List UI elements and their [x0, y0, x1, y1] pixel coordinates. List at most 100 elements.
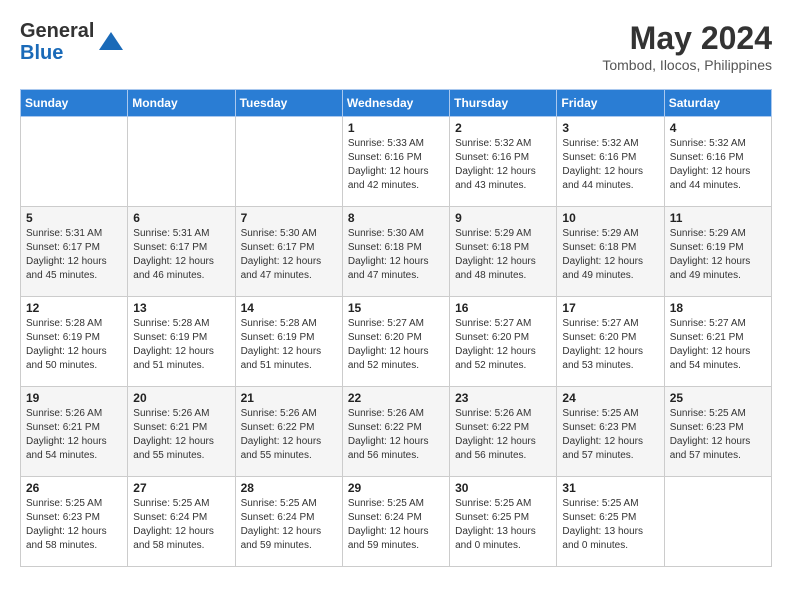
calendar-cell: 14 Sunrise: 5:28 AM Sunset: 6:19 PM Dayl…	[235, 297, 342, 387]
weekday-header: Wednesday	[342, 90, 449, 117]
sunset-label: Sunset: 6:22 PM	[241, 422, 315, 433]
sunset-label: Sunset: 6:19 PM	[670, 242, 744, 253]
day-info: Sunrise: 5:25 AM Sunset: 6:24 PM Dayligh…	[348, 497, 444, 553]
sunset-label: Sunset: 6:17 PM	[26, 242, 100, 253]
daylight-label: Daylight: 12 hours and 52 minutes.	[348, 346, 429, 371]
daylight-label: Daylight: 12 hours and 42 minutes.	[348, 166, 429, 191]
daylight-label: Daylight: 12 hours and 43 minutes.	[455, 166, 536, 191]
day-number: 19	[26, 391, 122, 405]
day-info: Sunrise: 5:25 AM Sunset: 6:25 PM Dayligh…	[455, 497, 551, 553]
daylight-label: Daylight: 12 hours and 48 minutes.	[455, 256, 536, 281]
weekday-header: Saturday	[664, 90, 771, 117]
day-info: Sunrise: 5:25 AM Sunset: 6:25 PM Dayligh…	[562, 497, 658, 553]
calendar-table: SundayMondayTuesdayWednesdayThursdayFrid…	[20, 89, 772, 567]
calendar-cell	[235, 117, 342, 207]
sunrise-label: Sunrise: 5:26 AM	[348, 408, 424, 419]
day-info: Sunrise: 5:25 AM Sunset: 6:23 PM Dayligh…	[562, 407, 658, 463]
daylight-label: Daylight: 12 hours and 49 minutes.	[562, 256, 643, 281]
day-info: Sunrise: 5:32 AM Sunset: 6:16 PM Dayligh…	[455, 137, 551, 193]
sunset-label: Sunset: 6:21 PM	[26, 422, 100, 433]
day-info: Sunrise: 5:30 AM Sunset: 6:18 PM Dayligh…	[348, 227, 444, 283]
sunrise-label: Sunrise: 5:27 AM	[455, 318, 531, 329]
sunset-label: Sunset: 6:21 PM	[670, 332, 744, 343]
sunrise-label: Sunrise: 5:30 AM	[348, 228, 424, 239]
sunrise-label: Sunrise: 5:27 AM	[670, 318, 746, 329]
calendar-cell: 29 Sunrise: 5:25 AM Sunset: 6:24 PM Dayl…	[342, 477, 449, 567]
sunrise-label: Sunrise: 5:25 AM	[670, 408, 746, 419]
day-info: Sunrise: 5:26 AM Sunset: 6:21 PM Dayligh…	[133, 407, 229, 463]
day-number: 29	[348, 481, 444, 495]
day-number: 20	[133, 391, 229, 405]
day-info: Sunrise: 5:26 AM Sunset: 6:22 PM Dayligh…	[348, 407, 444, 463]
sunrise-label: Sunrise: 5:25 AM	[455, 498, 531, 509]
calendar-cell	[128, 117, 235, 207]
day-info: Sunrise: 5:33 AM Sunset: 6:16 PM Dayligh…	[348, 137, 444, 193]
day-number: 25	[670, 391, 766, 405]
weekday-header: Monday	[128, 90, 235, 117]
daylight-label: Daylight: 12 hours and 56 minutes.	[348, 436, 429, 461]
day-number: 18	[670, 301, 766, 315]
day-info: Sunrise: 5:28 AM Sunset: 6:19 PM Dayligh…	[241, 317, 337, 373]
daylight-label: Daylight: 12 hours and 44 minutes.	[670, 166, 751, 191]
calendar-cell: 4 Sunrise: 5:32 AM Sunset: 6:16 PM Dayli…	[664, 117, 771, 207]
daylight-label: Daylight: 12 hours and 46 minutes.	[133, 256, 214, 281]
day-info: Sunrise: 5:26 AM Sunset: 6:21 PM Dayligh…	[26, 407, 122, 463]
calendar-cell: 5 Sunrise: 5:31 AM Sunset: 6:17 PM Dayli…	[21, 207, 128, 297]
sunrise-label: Sunrise: 5:26 AM	[133, 408, 209, 419]
day-number: 27	[133, 481, 229, 495]
daylight-label: Daylight: 13 hours and 0 minutes.	[455, 526, 536, 551]
daylight-label: Daylight: 12 hours and 56 minutes.	[455, 436, 536, 461]
calendar-cell: 22 Sunrise: 5:26 AM Sunset: 6:22 PM Dayl…	[342, 387, 449, 477]
calendar-cell: 23 Sunrise: 5:26 AM Sunset: 6:22 PM Dayl…	[450, 387, 557, 477]
sunrise-label: Sunrise: 5:25 AM	[133, 498, 209, 509]
day-number: 8	[348, 211, 444, 225]
day-info: Sunrise: 5:27 AM Sunset: 6:21 PM Dayligh…	[670, 317, 766, 373]
sunrise-label: Sunrise: 5:25 AM	[348, 498, 424, 509]
daylight-label: Daylight: 12 hours and 55 minutes.	[241, 436, 322, 461]
sunset-label: Sunset: 6:23 PM	[670, 422, 744, 433]
calendar-cell: 18 Sunrise: 5:27 AM Sunset: 6:21 PM Dayl…	[664, 297, 771, 387]
week-row: 12 Sunrise: 5:28 AM Sunset: 6:19 PM Dayl…	[21, 297, 772, 387]
calendar-cell: 10 Sunrise: 5:29 AM Sunset: 6:18 PM Dayl…	[557, 207, 664, 297]
daylight-label: Daylight: 12 hours and 47 minutes.	[348, 256, 429, 281]
sunset-label: Sunset: 6:24 PM	[348, 512, 422, 523]
day-number: 17	[562, 301, 658, 315]
day-info: Sunrise: 5:29 AM Sunset: 6:19 PM Dayligh…	[670, 227, 766, 283]
day-info: Sunrise: 5:32 AM Sunset: 6:16 PM Dayligh…	[670, 137, 766, 193]
day-info: Sunrise: 5:28 AM Sunset: 6:19 PM Dayligh…	[133, 317, 229, 373]
daylight-label: Daylight: 12 hours and 55 minutes.	[133, 436, 214, 461]
sunrise-label: Sunrise: 5:29 AM	[455, 228, 531, 239]
calendar-cell	[664, 477, 771, 567]
sunrise-label: Sunrise: 5:26 AM	[26, 408, 102, 419]
sunrise-label: Sunrise: 5:25 AM	[26, 498, 102, 509]
sunrise-label: Sunrise: 5:28 AM	[26, 318, 102, 329]
month-year-title: May 2024	[602, 20, 772, 57]
sunset-label: Sunset: 6:23 PM	[562, 422, 636, 433]
daylight-label: Daylight: 12 hours and 59 minutes.	[348, 526, 429, 551]
day-info: Sunrise: 5:25 AM Sunset: 6:23 PM Dayligh…	[670, 407, 766, 463]
sunset-label: Sunset: 6:25 PM	[562, 512, 636, 523]
calendar-cell: 1 Sunrise: 5:33 AM Sunset: 6:16 PM Dayli…	[342, 117, 449, 207]
sunset-label: Sunset: 6:17 PM	[133, 242, 207, 253]
daylight-label: Daylight: 12 hours and 51 minutes.	[241, 346, 322, 371]
calendar-cell: 9 Sunrise: 5:29 AM Sunset: 6:18 PM Dayli…	[450, 207, 557, 297]
weekday-header: Friday	[557, 90, 664, 117]
page-header: General Blue May 2024 Tombod, Ilocos, Ph…	[20, 20, 772, 73]
day-number: 15	[348, 301, 444, 315]
weekday-header: Sunday	[21, 90, 128, 117]
daylight-label: Daylight: 12 hours and 53 minutes.	[562, 346, 643, 371]
calendar-cell: 24 Sunrise: 5:25 AM Sunset: 6:23 PM Dayl…	[557, 387, 664, 477]
sunrise-label: Sunrise: 5:32 AM	[562, 138, 638, 149]
calendar-cell: 31 Sunrise: 5:25 AM Sunset: 6:25 PM Dayl…	[557, 477, 664, 567]
calendar-cell: 6 Sunrise: 5:31 AM Sunset: 6:17 PM Dayli…	[128, 207, 235, 297]
sunset-label: Sunset: 6:16 PM	[562, 152, 636, 163]
day-number: 30	[455, 481, 551, 495]
day-info: Sunrise: 5:25 AM Sunset: 6:24 PM Dayligh…	[241, 497, 337, 553]
day-number: 13	[133, 301, 229, 315]
day-number: 10	[562, 211, 658, 225]
sunset-label: Sunset: 6:16 PM	[348, 152, 422, 163]
week-row: 26 Sunrise: 5:25 AM Sunset: 6:23 PM Dayl…	[21, 477, 772, 567]
logo-icon	[97, 28, 125, 56]
day-info: Sunrise: 5:26 AM Sunset: 6:22 PM Dayligh…	[241, 407, 337, 463]
sunrise-label: Sunrise: 5:28 AM	[241, 318, 317, 329]
